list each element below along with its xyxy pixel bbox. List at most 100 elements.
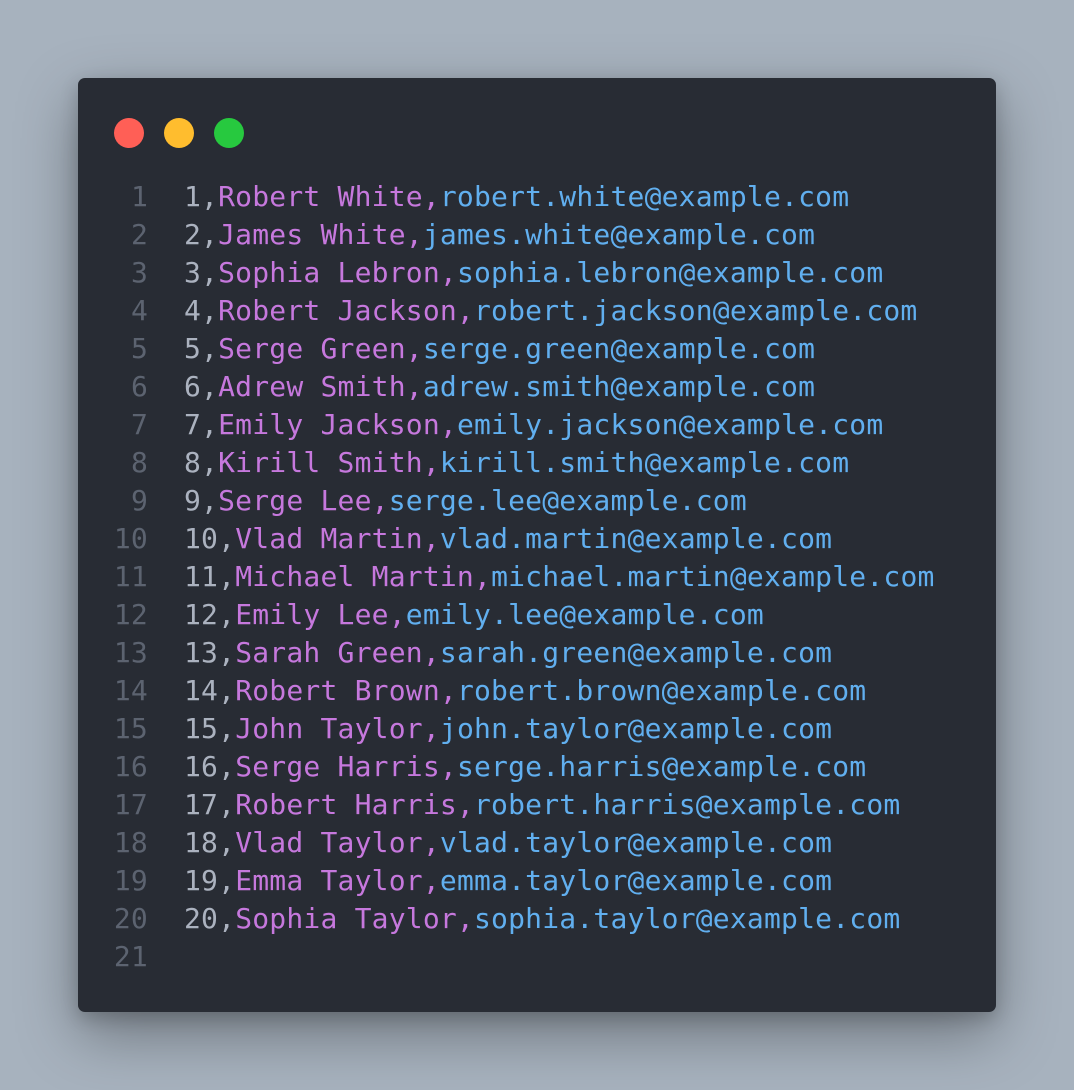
code-line: 9 9, Serge Lee, serge.lee@example.com: [78, 482, 996, 520]
row-id: 9,: [184, 484, 219, 517]
code-line: 2 2, James White, james.white@example.com: [78, 216, 996, 254]
line-content: 9, Serge Lee, serge.lee@example.com: [184, 482, 747, 520]
line-content: 16, Serge Harris, serge.harris@example.com: [184, 748, 866, 786]
line-content: 12, Emily Lee, emily.lee@example.com: [184, 596, 764, 634]
row-id: 3,: [184, 256, 219, 289]
row-email: serge.harris@example.com: [456, 750, 867, 783]
code-line: 11 11, Michael Martin, michael.martin@examp…: [78, 558, 996, 596]
close-dot[interactable]: [114, 118, 144, 148]
line-content: 3, Sophia Lebron, sophia.lebron@example.co…: [184, 254, 883, 292]
row-name: Emily Jackson,: [218, 408, 457, 441]
row-id: 8,: [184, 446, 219, 479]
row-name: Emily Lee,: [235, 598, 406, 631]
line-content: 20, Sophia Taylor, sophia.taylor@example.c…: [184, 900, 900, 938]
row-email: emily.lee@example.com: [405, 598, 764, 631]
code-line: 7 7, Emily Jackson, emily.jackson@example.c…: [78, 406, 996, 444]
code-line: 19 19, Emma Taylor, emma.taylor@example.com: [78, 862, 996, 900]
line-number: 5: [130, 332, 148, 365]
row-email: emma.taylor@example.com: [439, 864, 833, 897]
row-name: John Taylor,: [235, 712, 440, 745]
code-line: 12 12, Emily Lee, emily.lee@example.com: [78, 596, 996, 634]
code-line: 20 20, Sophia Taylor, sophia.taylor@example…: [78, 900, 996, 938]
row-id: 1,: [184, 180, 219, 213]
code-line: 1 1, Robert White, robert.white@example.com: [78, 178, 996, 216]
row-name: Vlad Taylor,: [235, 826, 440, 859]
row-id: 17,: [184, 788, 236, 821]
line-number: 20: [113, 902, 148, 935]
line-content: 15, John Taylor, john.taylor@example.com: [184, 710, 832, 748]
line-content: 19, Emma Taylor, emma.taylor@example.com: [184, 862, 832, 900]
line-number: 18: [113, 826, 148, 859]
line-number: 19: [113, 864, 148, 897]
code-line: 8 8, Kirill Smith, kirill.smith@example.com: [78, 444, 996, 482]
code-line: 17 17, Robert Harris, robert.harris@example…: [78, 786, 996, 824]
line-number: 8: [130, 446, 148, 479]
row-id: 15,: [184, 712, 236, 745]
line-number: 15: [113, 712, 148, 745]
line-number: 3: [130, 256, 148, 289]
row-email: serge.lee@example.com: [388, 484, 747, 517]
code-editor[interactable]: 1 1, Robert White, robert.white@example.com…: [78, 178, 996, 976]
row-id: 14,: [184, 674, 236, 707]
line-number: 13: [113, 636, 148, 669]
row-email: robert.white@example.com: [439, 180, 850, 213]
line-content: 11, Michael Martin, michael.martin@example…: [184, 558, 935, 596]
line-number: 10: [113, 522, 148, 555]
row-name: James White,: [218, 218, 423, 251]
line-number: 2: [130, 218, 148, 251]
row-id: 4,: [184, 294, 219, 327]
row-email: sophia.lebron@example.com: [456, 256, 884, 289]
minimize-dot[interactable]: [164, 118, 194, 148]
code-line: 14 14, Robert Brown, robert.brown@example.c…: [78, 672, 996, 710]
line-content: 17, Robert Harris, robert.harris@example.c…: [184, 786, 900, 824]
row-name: Emma Taylor,: [235, 864, 440, 897]
line-content: 1, Robert White, robert.white@example.com: [184, 178, 849, 216]
line-number: 12: [113, 598, 148, 631]
row-name: Robert Harris,: [235, 788, 474, 821]
row-email: sophia.taylor@example.com: [474, 902, 901, 935]
line-content: 13, Sarah Green, sarah.green@example.com: [184, 634, 832, 672]
row-email: serge.green@example.com: [422, 332, 816, 365]
row-name: Kirill Smith,: [218, 446, 440, 479]
row-id: 20,: [184, 902, 236, 935]
line-number: 17: [113, 788, 148, 821]
line-number: 16: [113, 750, 148, 783]
line-number: 6: [130, 370, 148, 403]
line-content: 5, Serge Green, serge.green@example.com: [184, 330, 815, 368]
line-content: 7, Emily Jackson, emily.jackson@example.co…: [184, 406, 883, 444]
row-email: vlad.martin@example.com: [439, 522, 833, 555]
row-name: Robert Brown,: [235, 674, 457, 707]
row-id: 10,: [184, 522, 236, 555]
row-email: james.white@example.com: [422, 218, 816, 251]
row-email: adrew.smith@example.com: [422, 370, 816, 403]
row-email: vlad.taylor@example.com: [439, 826, 833, 859]
row-name: Sophia Lebron,: [218, 256, 457, 289]
row-name: Vlad Martin,: [235, 522, 440, 555]
row-id: 6,: [184, 370, 219, 403]
line-content: 10, Vlad Martin, vlad.martin@example.com: [184, 520, 832, 558]
code-line: 13 13, Sarah Green, sarah.green@example.com: [78, 634, 996, 672]
line-number: 4: [130, 294, 148, 327]
row-name: Sarah Green,: [235, 636, 440, 669]
row-id: 13,: [184, 636, 236, 669]
code-line: 5 5, Serge Green, serge.green@example.com: [78, 330, 996, 368]
line-content: 14, Robert Brown, robert.brown@example.com: [184, 672, 866, 710]
row-name: Sophia Taylor,: [235, 902, 474, 935]
row-id: 12,: [184, 598, 236, 631]
row-email: robert.jackson@example.com: [474, 294, 918, 327]
line-content: 8, Kirill Smith, kirill.smith@example.com: [184, 444, 849, 482]
row-id: 5,: [184, 332, 219, 365]
line-content: 18, Vlad Taylor, vlad.taylor@example.com: [184, 824, 832, 862]
code-line: 6 6, Adrew Smith, adrew.smith@example.com: [78, 368, 996, 406]
line-number: 11: [113, 560, 148, 593]
line-number: 7: [130, 408, 148, 441]
row-name: Serge Lee,: [218, 484, 389, 517]
row-name: Serge Harris,: [235, 750, 457, 783]
window-controls: [114, 118, 244, 148]
line-number: 9: [130, 484, 148, 517]
line-content: 4, Robert Jackson, robert.jackson@example.…: [184, 292, 918, 330]
maximize-dot[interactable]: [214, 118, 244, 148]
line-content: 2, James White, james.white@example.com: [184, 216, 815, 254]
code-line: 18 18, Vlad Taylor, vlad.taylor@example.com: [78, 824, 996, 862]
row-name: Michael Martin,: [235, 560, 492, 593]
